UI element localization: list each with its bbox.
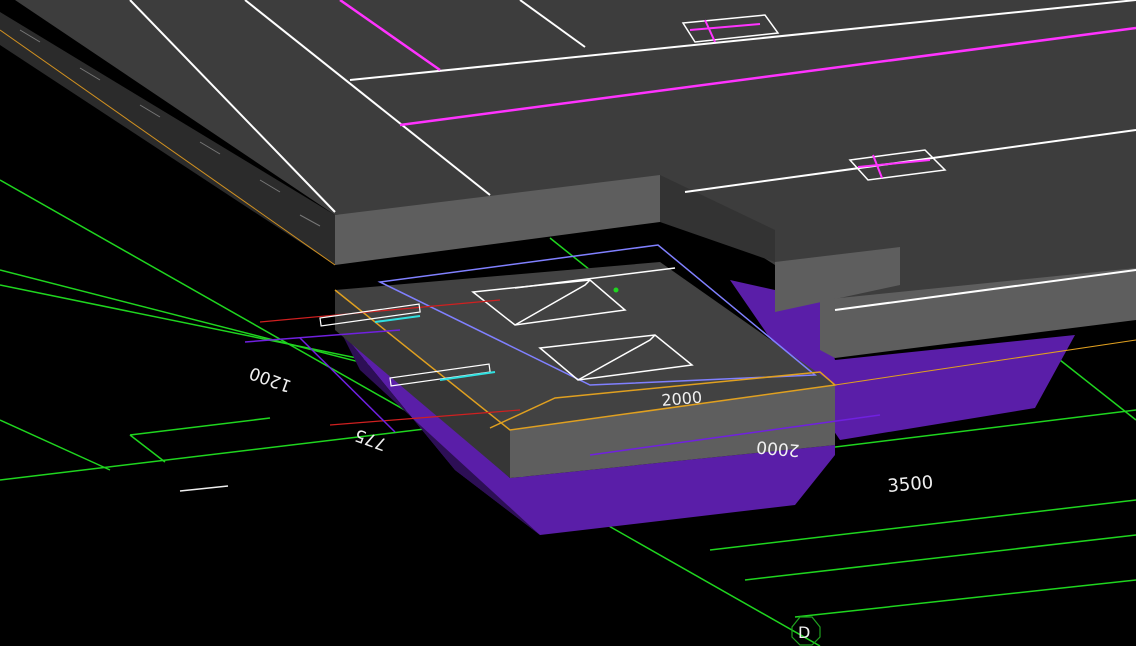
cad-3d-viewport[interactable]: 1200 775 2000 2000 3500 1 D <box>0 0 1136 646</box>
axis-line <box>129 417 271 436</box>
dim-label-775: 775 <box>352 424 389 454</box>
axis-marker-d[interactable]: D <box>791 616 821 646</box>
dim-label-3500: 3500 <box>887 472 934 497</box>
axis-line <box>1059 359 1136 421</box>
axis-line <box>129 434 166 463</box>
axis-line <box>794 579 1136 618</box>
model-canvas[interactable]: 1200 775 2000 2000 3500 1 D <box>0 0 1136 646</box>
dim-label-2000-top: 2000 <box>661 388 703 410</box>
dim-label-1200: 1200 <box>247 362 294 396</box>
axis-line <box>0 419 111 471</box>
dim-label-2000-front: 2000 <box>756 436 801 460</box>
dim-label-1: 1 <box>230 487 231 489</box>
axis-label: D <box>798 623 810 642</box>
axis-line <box>744 534 1136 581</box>
